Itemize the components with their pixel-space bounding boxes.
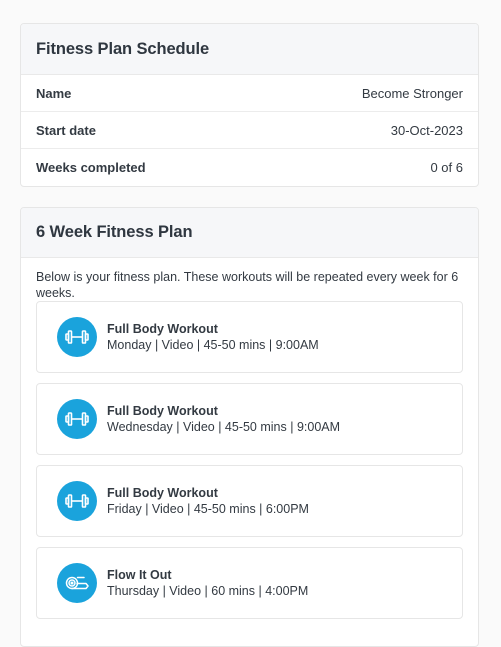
workout-card[interactable]: Full Body Workout Wednesday | Video | 45…: [36, 383, 463, 455]
workout-card[interactable]: Full Body Workout Friday | Video | 45-50…: [36, 465, 463, 537]
workout-list: Full Body Workout Monday | Video | 45-50…: [21, 301, 478, 619]
fitness-plan-schedule-card: Fitness Plan Schedule Name Become Strong…: [20, 23, 479, 187]
plan-intro: Below is your fitness plan. These workou…: [36, 270, 459, 300]
workout-details: Monday | Video | 45-50 mins | 9:00AM: [107, 338, 319, 352]
dumbbell-icon: [57, 317, 97, 357]
yoga-mat-icon: [57, 563, 97, 603]
schedule-row-weeks-completed: Weeks completed 0 of 6: [21, 149, 478, 186]
schedule-title: Fitness Plan Schedule: [36, 39, 210, 58]
workout-card[interactable]: Flow It Out Thursday | Video | 60 mins |…: [36, 547, 463, 619]
workout-title: Full Body Workout: [107, 486, 218, 500]
schedule-row-value: 30-Oct-2023: [390, 122, 463, 138]
workout-title: Full Body Workout: [107, 322, 218, 336]
schedule-row-label: Start date: [36, 122, 96, 138]
schedule-header: Fitness Plan Schedule: [21, 24, 478, 75]
workout-title: Flow It Out: [107, 568, 172, 582]
dumbbell-icon: [57, 481, 97, 521]
dumbbell-icon: [57, 399, 97, 439]
six-week-plan-card: 6 Week Fitness Plan Below is your fitnes…: [20, 207, 479, 647]
schedule-row-label: Weeks completed: [36, 160, 146, 175]
workout-details: Thursday | Video | 60 mins | 4:00PM: [107, 584, 309, 598]
schedule-row-name: Name Become Stronger: [21, 75, 478, 112]
workout-card[interactable]: Full Body Workout Monday | Video | 45-50…: [36, 301, 463, 373]
workout-title: Full Body Workout: [107, 404, 218, 418]
schedule-row-label: Name: [36, 85, 72, 101]
schedule-row-value: 0 of 6: [430, 160, 463, 175]
plan-title: 6 Week Fitness Plan: [36, 223, 193, 241]
workout-details: Wednesday | Video | 45-50 mins | 9:00AM: [107, 420, 341, 434]
plan-header: 6 Week Fitness Plan: [21, 208, 478, 258]
workout-details: Friday | Video | 45-50 mins | 6:00PM: [107, 502, 309, 516]
schedule-row-start-date: Start date 30-Oct-2023: [21, 112, 478, 149]
schedule-row-value: Become Stronger: [361, 85, 463, 101]
